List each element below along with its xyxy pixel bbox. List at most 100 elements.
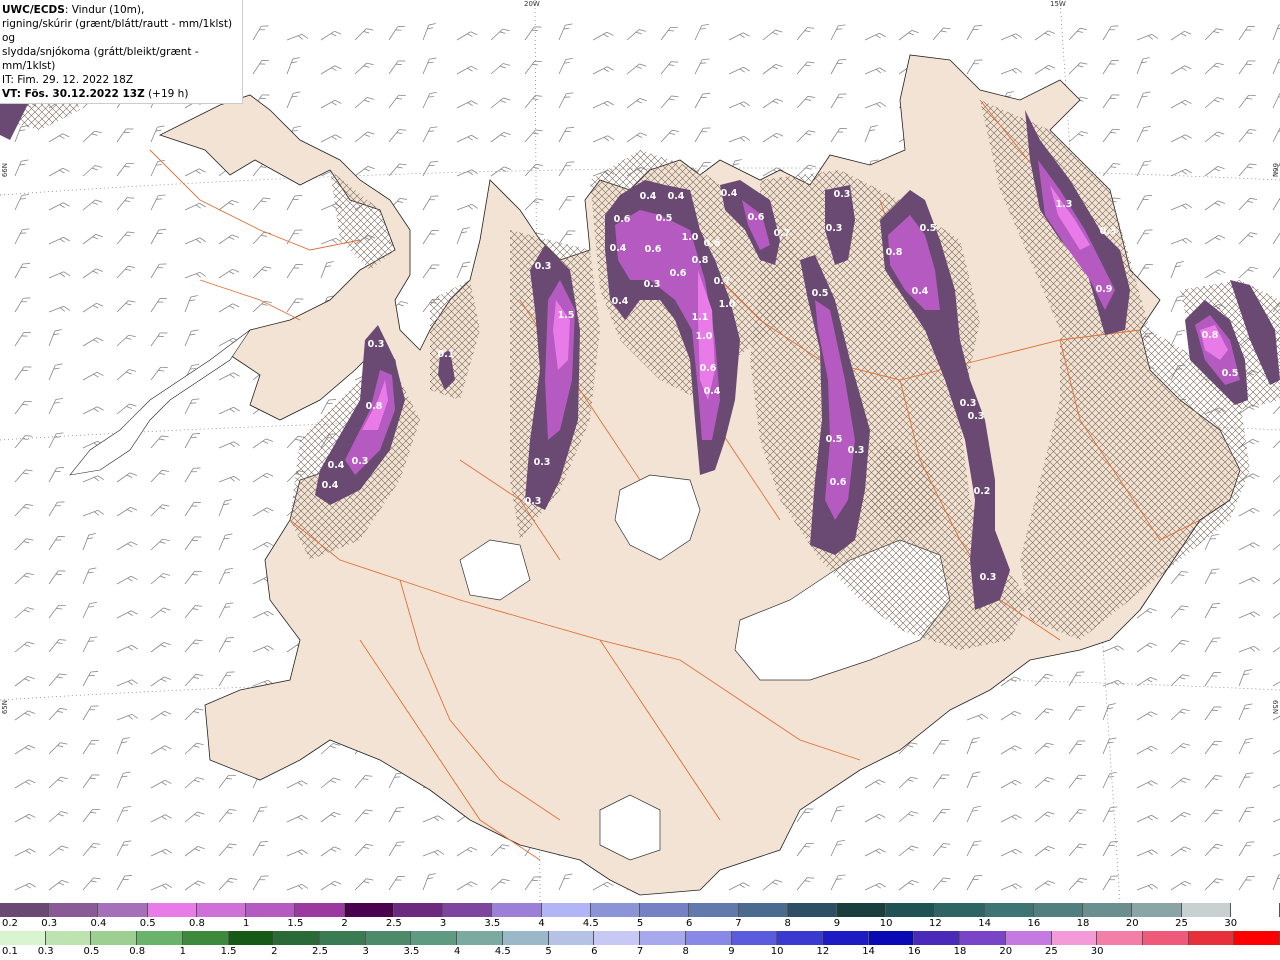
legend-tick-label: 14 <box>862 946 875 957</box>
precip-label: 0.3 <box>968 411 985 422</box>
legend-swatch <box>868 931 915 945</box>
legend-swatch <box>738 903 788 917</box>
legend-swatch <box>787 903 837 917</box>
rain-legend-labels: 0.1 0.3 0.5 0.8 1 1.5 2 2.5 3 3.5 4 4.5 5 6 7 8 9 10 12 14 1… <box>0 946 1280 958</box>
precip-label: 0.6 <box>704 238 721 249</box>
precip-label: 0.4 <box>704 386 721 397</box>
lat-label-65n-right: 65N <box>1271 700 1279 715</box>
precip-label: 0.7 <box>774 228 791 239</box>
lat-label-66n-right: 66N <box>1271 163 1279 178</box>
legend-tick-label: 0.2 <box>2 918 18 929</box>
legend-swatch <box>1132 903 1182 917</box>
legend-swatch <box>1230 903 1280 917</box>
legend-swatch <box>640 903 690 917</box>
precip-label: 0.3 <box>960 398 977 409</box>
lon-label-20w: 20W <box>524 0 540 8</box>
legend-swatch <box>457 931 503 945</box>
legend-tick-label: 2 <box>271 946 278 957</box>
legend-swatch <box>731 931 778 945</box>
precip-label: 0.6 <box>670 268 687 279</box>
precip-label: 0.4 <box>610 243 627 254</box>
legend-tick-label: 7 <box>636 946 644 957</box>
legend-tick-label: 16 <box>907 946 921 957</box>
legend-swatch <box>1005 931 1052 945</box>
legend-swatch <box>541 903 591 917</box>
precip-label: 0.4 <box>721 188 738 199</box>
legend-tick-label: 2.5 <box>312 946 328 957</box>
legend-swatch <box>935 903 985 917</box>
legend-tick-label: 1 <box>179 946 187 957</box>
precip-label: 0.2 <box>974 486 991 497</box>
precip-label: 1.5 <box>558 310 575 321</box>
legend-tick-label: 0.1 <box>2 946 18 957</box>
legend-swatch <box>689 903 739 917</box>
precip-label: 0.3 <box>644 279 661 290</box>
legend-tick-label: 5 <box>545 946 552 957</box>
legend-swatch <box>295 903 345 917</box>
legend-swatch <box>411 931 458 945</box>
legend-swatch <box>228 931 275 945</box>
legend-swatch <box>492 903 542 917</box>
legend-tick-label: 4 <box>538 918 545 929</box>
legend-swatch <box>365 931 412 945</box>
legend-swatch <box>137 931 183 945</box>
precip-label: 0.3 <box>352 456 369 467</box>
precip-label: 0.3 <box>848 445 865 456</box>
precip-label: 0.6 <box>614 214 631 225</box>
legend-swatch <box>49 903 99 917</box>
precip-label: 0.8 <box>886 247 903 258</box>
legend-tick-label: 4.5 <box>494 946 511 957</box>
precip-label: 1.0 <box>719 299 736 310</box>
legend-swatch <box>1083 903 1133 917</box>
legend-swatch <box>344 903 394 917</box>
legend-tick-label: 6 <box>591 946 598 957</box>
precip-label: 0.8 <box>692 255 709 266</box>
legend-tick-label: 25 <box>1045 946 1058 957</box>
legend-tick-label: 14 <box>978 918 991 929</box>
legend-tick-label: 0.5 <box>83 946 100 957</box>
legend-tick-label: 10 <box>879 918 893 929</box>
valid-time: VT: Fös. 30.12.2022 13Z <box>2 88 145 100</box>
precip-label: 0.3 <box>826 223 843 234</box>
legend-swatch <box>1097 931 1143 945</box>
precip-label: 0.5 <box>812 288 829 299</box>
precip-label: 0.3 <box>534 457 551 468</box>
precip-label: 0.3 <box>535 261 552 272</box>
legend-swatch <box>1033 903 1084 917</box>
precip-label: 0.6 <box>700 363 717 374</box>
legend-swatch <box>320 931 366 945</box>
precip-label: 1.3 <box>1056 199 1073 210</box>
legend-tick-label: 2.5 <box>385 918 402 929</box>
legend-swatch <box>0 903 50 917</box>
legend-swatch <box>1181 903 1231 917</box>
weather-map[interactable]: 0.3 0.8 0.4 0.3 0.4 0.1 0.3 1.5 0.3 0.3 0.6 0.4 0.4 0… <box>0 0 1280 902</box>
legend-swatch <box>91 931 138 945</box>
legend-tick-label: 3.5 <box>403 946 420 957</box>
legend-swatch <box>393 903 444 917</box>
legend-tick-label: 5 <box>636 918 644 929</box>
initial-time: IT: Fim. 29. 12. 2022 18Z <box>2 74 134 86</box>
precip-label: 0.4 <box>640 191 657 202</box>
legend-tick-label: 0.4 <box>90 918 107 929</box>
precip-label: 0.3 <box>834 189 851 200</box>
legend-tick-label: 30 <box>1090 946 1104 957</box>
precip-label: 0.4 <box>328 460 345 471</box>
legend-tick-label: 20 <box>1125 918 1139 929</box>
precip-label: 0.8 <box>366 401 383 412</box>
lat-label-65n-left: 65N <box>1 700 9 715</box>
legend-tick-label: 30 <box>1224 918 1238 929</box>
precip-label: 1.1 <box>692 312 709 323</box>
legend-tick-label: 25 <box>1175 918 1188 929</box>
legend-tick-label: 3 <box>362 946 369 957</box>
legend-tick-label: 0.8 <box>188 918 205 929</box>
legend-swatch <box>777 931 823 945</box>
legend-swatch <box>685 931 732 945</box>
precip-label: 0.9 <box>1096 284 1113 295</box>
legend-tick-label: 16 <box>1027 918 1041 929</box>
precip-label: 0.1 <box>438 349 455 360</box>
map-info-box: UWC/ECDS: Vindur (10m), rigning/skúrir (… <box>0 0 243 104</box>
precip-label: 0.8 <box>1202 330 1219 341</box>
legend-swatch <box>960 931 1006 945</box>
legend-tick-label: 0.3 <box>41 918 58 929</box>
legend-swatch <box>914 931 961 945</box>
